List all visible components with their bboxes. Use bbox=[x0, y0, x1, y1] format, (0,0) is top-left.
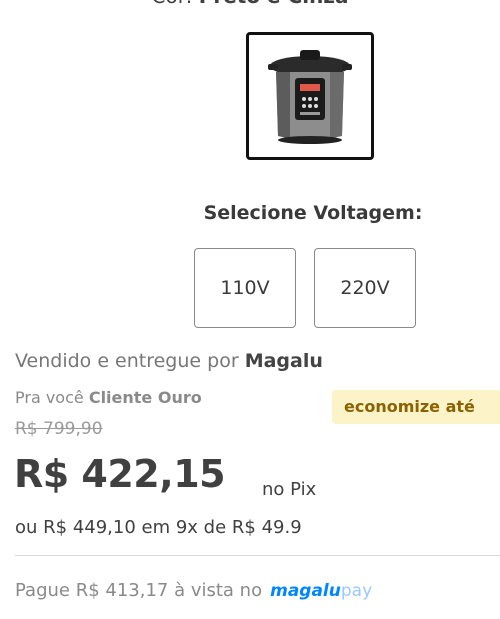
magalupay-logo: magalupay bbox=[270, 581, 373, 601]
seller-name: Magalu bbox=[244, 350, 323, 372]
current-price: R$ 422,15 bbox=[14, 452, 226, 496]
voltage-option-110v[interactable]: 110V bbox=[194, 248, 296, 328]
seller-prefix: Vendido e entregue por bbox=[15, 350, 239, 372]
seller-info: Vendido e entregue por Magalu bbox=[15, 350, 323, 372]
cash-text: Pague R$ 413,17 à vista no bbox=[15, 580, 263, 601]
color-label-prefix: Cor: bbox=[152, 0, 193, 8]
voltage-option-220v[interactable]: 220V bbox=[314, 248, 416, 328]
divider bbox=[15, 555, 500, 556]
installments-info: ou R$ 449,10 em 9x de R$ 49.9 bbox=[15, 517, 302, 538]
client-prefix: Pra você bbox=[15, 388, 84, 407]
color-label-value: Preto e Cinza bbox=[199, 0, 349, 8]
voltage-title: Selecione Voltagem: bbox=[203, 202, 423, 224]
client-tier: Cliente Ouro bbox=[88, 388, 202, 407]
color-swatch-preto-cinza[interactable] bbox=[246, 32, 374, 160]
price-method: no Pix bbox=[262, 479, 317, 500]
old-price: R$ 799,90 bbox=[15, 419, 103, 439]
pressure-cooker-image bbox=[268, 50, 352, 144]
cash-payment-info: Pague R$ 413,17 à vista no magalupay bbox=[15, 580, 372, 601]
client-tier-info: Pra você Cliente Ouro bbox=[15, 388, 202, 407]
promo-badge: economize até bbox=[332, 390, 500, 424]
color-label: Cor: Preto e Cinza bbox=[0, 0, 500, 8]
